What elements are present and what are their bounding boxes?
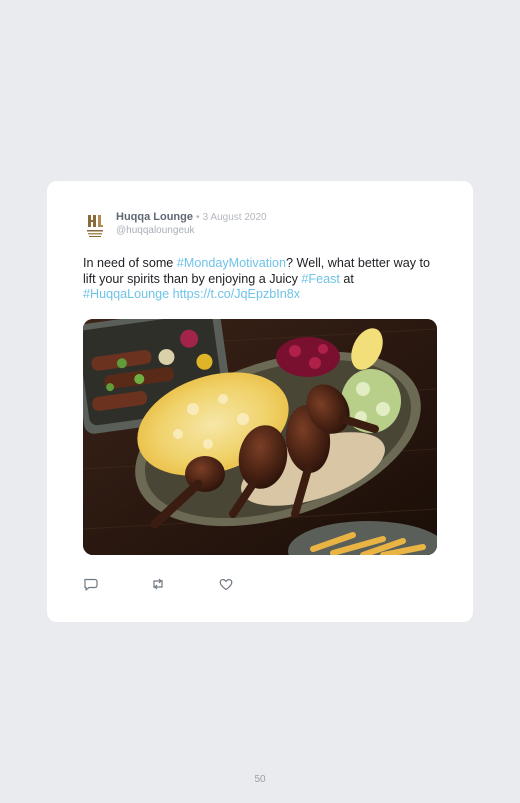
display-name[interactable]: Huqqa Lounge — [116, 211, 193, 223]
url-link[interactable]: https://t.co/JqEpzbIn8x — [173, 287, 300, 301]
reply-icon — [84, 578, 98, 591]
page-number: 50 — [254, 774, 266, 785]
author-row: Huqqa Lounge • 3 August 2020 — [116, 211, 267, 223]
tweet-card: Huqqa Lounge • 3 August 2020 @huqqaloung… — [47, 181, 473, 622]
tweet-text-part: at — [339, 271, 354, 286]
hashtag-link[interactable]: #HuqqaLounge — [83, 287, 169, 301]
like-button[interactable] — [218, 576, 234, 592]
author-handle[interactable]: @huqqaloungeuk — [116, 225, 195, 236]
like-icon — [219, 578, 233, 591]
retweet-icon — [153, 578, 163, 590]
food-photo-icon — [83, 319, 437, 555]
retweet-button[interactable] — [150, 576, 166, 592]
tweet-text-part: In need of some — [83, 256, 177, 270]
hashtag-link[interactable]: #Feast — [301, 272, 340, 286]
huqqa-lounge-logo-icon — [83, 211, 107, 239]
tweet-actions — [83, 576, 283, 594]
hashtag-link[interactable]: #MondayMotivation — [177, 256, 286, 270]
tweet-date[interactable]: 3 August 2020 — [203, 212, 267, 223]
separator: • — [196, 212, 200, 223]
reply-button[interactable] — [83, 576, 99, 592]
avatar[interactable] — [83, 211, 107, 239]
tweet-media[interactable] — [83, 319, 437, 555]
tweet-text: In need of some #MondayMotivation? Well,… — [83, 256, 443, 303]
